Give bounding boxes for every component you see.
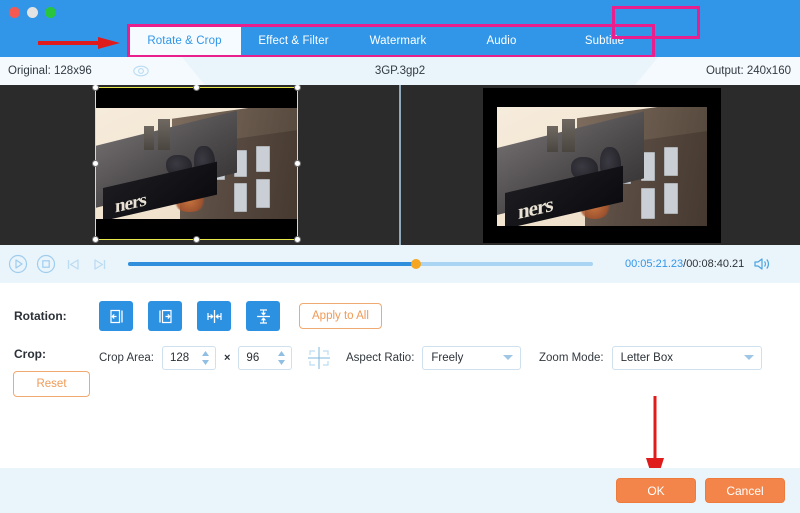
flip-vertical-button[interactable] [246,301,280,331]
rotation-buttons: Apply to All [99,301,382,331]
crop-width-stepper[interactable]: 128 [161,346,216,370]
window-controls [9,7,56,18]
ok-button[interactable]: OK [616,478,696,503]
source-preview-pane[interactable]: ners [0,85,399,245]
rotate-right-icon [158,309,172,323]
annotation-arrow-right [38,37,120,49]
chevron-down-icon [743,355,754,360]
crop-area-label: Crop Area: [99,352,154,364]
cancel-button[interactable]: Cancel [705,478,785,503]
flip-horizontal-icon [206,309,222,323]
current-time-label: 00:05:21.23 [625,258,684,270]
flip-horizontal-button[interactable] [197,301,231,331]
progress-slider[interactable] [128,259,593,269]
output-video-frame: ners [483,88,721,243]
output-size-label: Output: 240x160 [705,65,791,77]
apply-to-all-label: Apply to All [312,310,369,322]
apply-to-all-button[interactable]: Apply to All [299,303,382,329]
file-format-label: 3GP.3gp2 [374,65,426,77]
crop-width-value: 128 [169,352,190,364]
rotation-label-wrap: Rotation: [14,309,67,323]
output-preview-pane: ners [401,85,800,245]
settings-panel: Rotation: Apply to All Crop: Crop Area: … [0,283,800,468]
tab-effect-filter[interactable]: Effect & Filter [241,26,346,56]
crop-label-wrap: Crop: [14,347,46,361]
tab-audio-label: Audio [486,35,517,47]
crop-handle-middle-left[interactable] [92,160,99,167]
tab-audio[interactable]: Audio [450,26,553,56]
rotate-left-icon [109,309,123,323]
rotate-right-button[interactable] [148,301,182,331]
footer-bar: OK Cancel [0,468,800,513]
crop-area-group: Crop Area: 128 × 96 [99,346,332,370]
zoom-mode-select[interactable]: Letter Box [611,346,762,370]
tab-watermark-label: Watermark [369,35,427,47]
tab-bar: Rotate & Crop Effect & Filter Watermark … [128,26,656,56]
zoom-mode-group: Zoom Mode: Letter Box [539,346,762,370]
original-size-panel: Original: 128x96 [0,57,205,85]
cancel-label: Cancel [726,483,764,498]
zoom-mode-value: Letter Box [620,352,673,364]
tab-rotate-crop[interactable]: Rotate & Crop [128,26,241,56]
aspect-ratio-value: Freely [431,352,464,364]
previous-frame-icon[interactable] [65,256,82,273]
total-time-label: 00:08:40.21 [686,258,745,270]
crop-label: Crop: [14,347,46,361]
crop-dimension-separator: × [223,352,231,364]
tab-effect-filter-label: Effect & Filter [258,35,329,47]
zoom-mode-label: Zoom Mode: [539,352,604,364]
reset-label: Reset [36,378,67,390]
aspect-ratio-label: Aspect Ratio: [346,352,415,364]
info-bar: 3GP.3gp2 Original: 128x96 Output: 240x16… [0,57,800,85]
progress-knob[interactable] [411,259,422,269]
crop-handle-top-right[interactable] [294,85,301,91]
reset-wrap: Reset [13,371,90,397]
crop-height-stepper[interactable]: 96 [238,346,293,370]
tab-watermark[interactable]: Watermark [346,26,450,56]
crop-handle-bottom-left[interactable] [92,236,99,243]
crop-width-stepper-arrows[interactable] [201,350,210,366]
crop-handle-bottom-center[interactable] [193,236,200,243]
crop-grid-icon[interactable] [306,346,332,370]
time-display: 00:05:21.23/00:08:40.21 [625,258,744,270]
original-size-label: Original: 128x96 [8,65,92,77]
minimize-window-button[interactable] [27,7,38,18]
rotation-label: Rotation: [14,309,67,323]
output-size-panel: Output: 240x160 [635,57,800,85]
stop-icon[interactable] [36,254,56,274]
crop-selection-box[interactable] [95,87,298,240]
crop-handle-bottom-right[interactable] [294,236,301,243]
next-frame-icon[interactable] [91,256,108,273]
volume-icon[interactable] [753,256,771,272]
progress-fill [128,262,417,266]
chevron-down-icon [503,355,514,360]
preview-area: ners ners [0,85,800,245]
play-icon[interactable] [8,254,28,274]
crop-handle-middle-right[interactable] [294,160,301,167]
reset-button[interactable]: Reset [13,371,90,397]
rotate-left-button[interactable] [99,301,133,331]
video-editor-window: Rotate & Crop Effect & Filter Watermark … [0,0,800,513]
playback-bar: 00:05:21.23/00:08:40.21 [0,245,800,283]
crop-height-value: 96 [246,352,260,364]
aspect-ratio-select[interactable]: Freely [422,346,522,370]
eye-icon[interactable] [133,64,149,78]
tab-rotate-crop-label: Rotate & Crop [147,35,222,47]
crop-height-stepper-arrows[interactable] [277,350,286,366]
aspect-ratio-group: Aspect Ratio: Freely [346,346,522,370]
ok-label: OK [647,483,665,498]
ok-button-highlight-box [612,6,700,39]
maximize-window-button[interactable] [45,7,56,18]
close-window-button[interactable] [9,7,20,18]
flip-vertical-icon [256,308,270,324]
